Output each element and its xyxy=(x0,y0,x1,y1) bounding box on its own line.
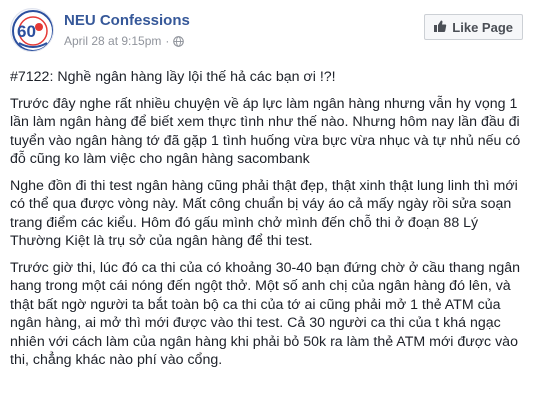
page-name-link[interactable]: NEU Confessions xyxy=(64,12,190,29)
post-body: #7122: Nghề ngân hàng lầy lội thế hả các… xyxy=(10,68,522,378)
post-meta: April 28 at 9:15pm · xyxy=(64,34,185,48)
post-paragraph-3: Trước giờ thi, lúc đó ca thi của có khoả… xyxy=(10,259,520,369)
like-page-label: Like Page xyxy=(452,19,513,35)
meta-separator: · xyxy=(165,34,170,48)
page-avatar[interactable]: 60 xyxy=(10,8,54,52)
globe-icon[interactable] xyxy=(173,35,185,47)
avatar-number: 60 xyxy=(17,22,36,41)
post-title: #7122: Nghề ngân hàng lầy lội thế hả các… xyxy=(10,69,336,85)
like-page-button[interactable]: Like Page xyxy=(424,14,523,40)
post-paragraph-1: Trước đây nghe rất nhiều chuyện về áp lự… xyxy=(10,95,521,168)
avatar-logo-icon: 60 xyxy=(12,10,53,51)
post-header: 60 NEU Confessions April 28 at 9:15pm · … xyxy=(10,8,523,54)
post-paragraph-2: Nghe đồn đi thi test ngân hàng cũng phải… xyxy=(10,177,518,250)
thumbs-up-icon xyxy=(433,19,447,36)
post-date[interactable]: April 28 at 9:15pm xyxy=(64,34,161,48)
